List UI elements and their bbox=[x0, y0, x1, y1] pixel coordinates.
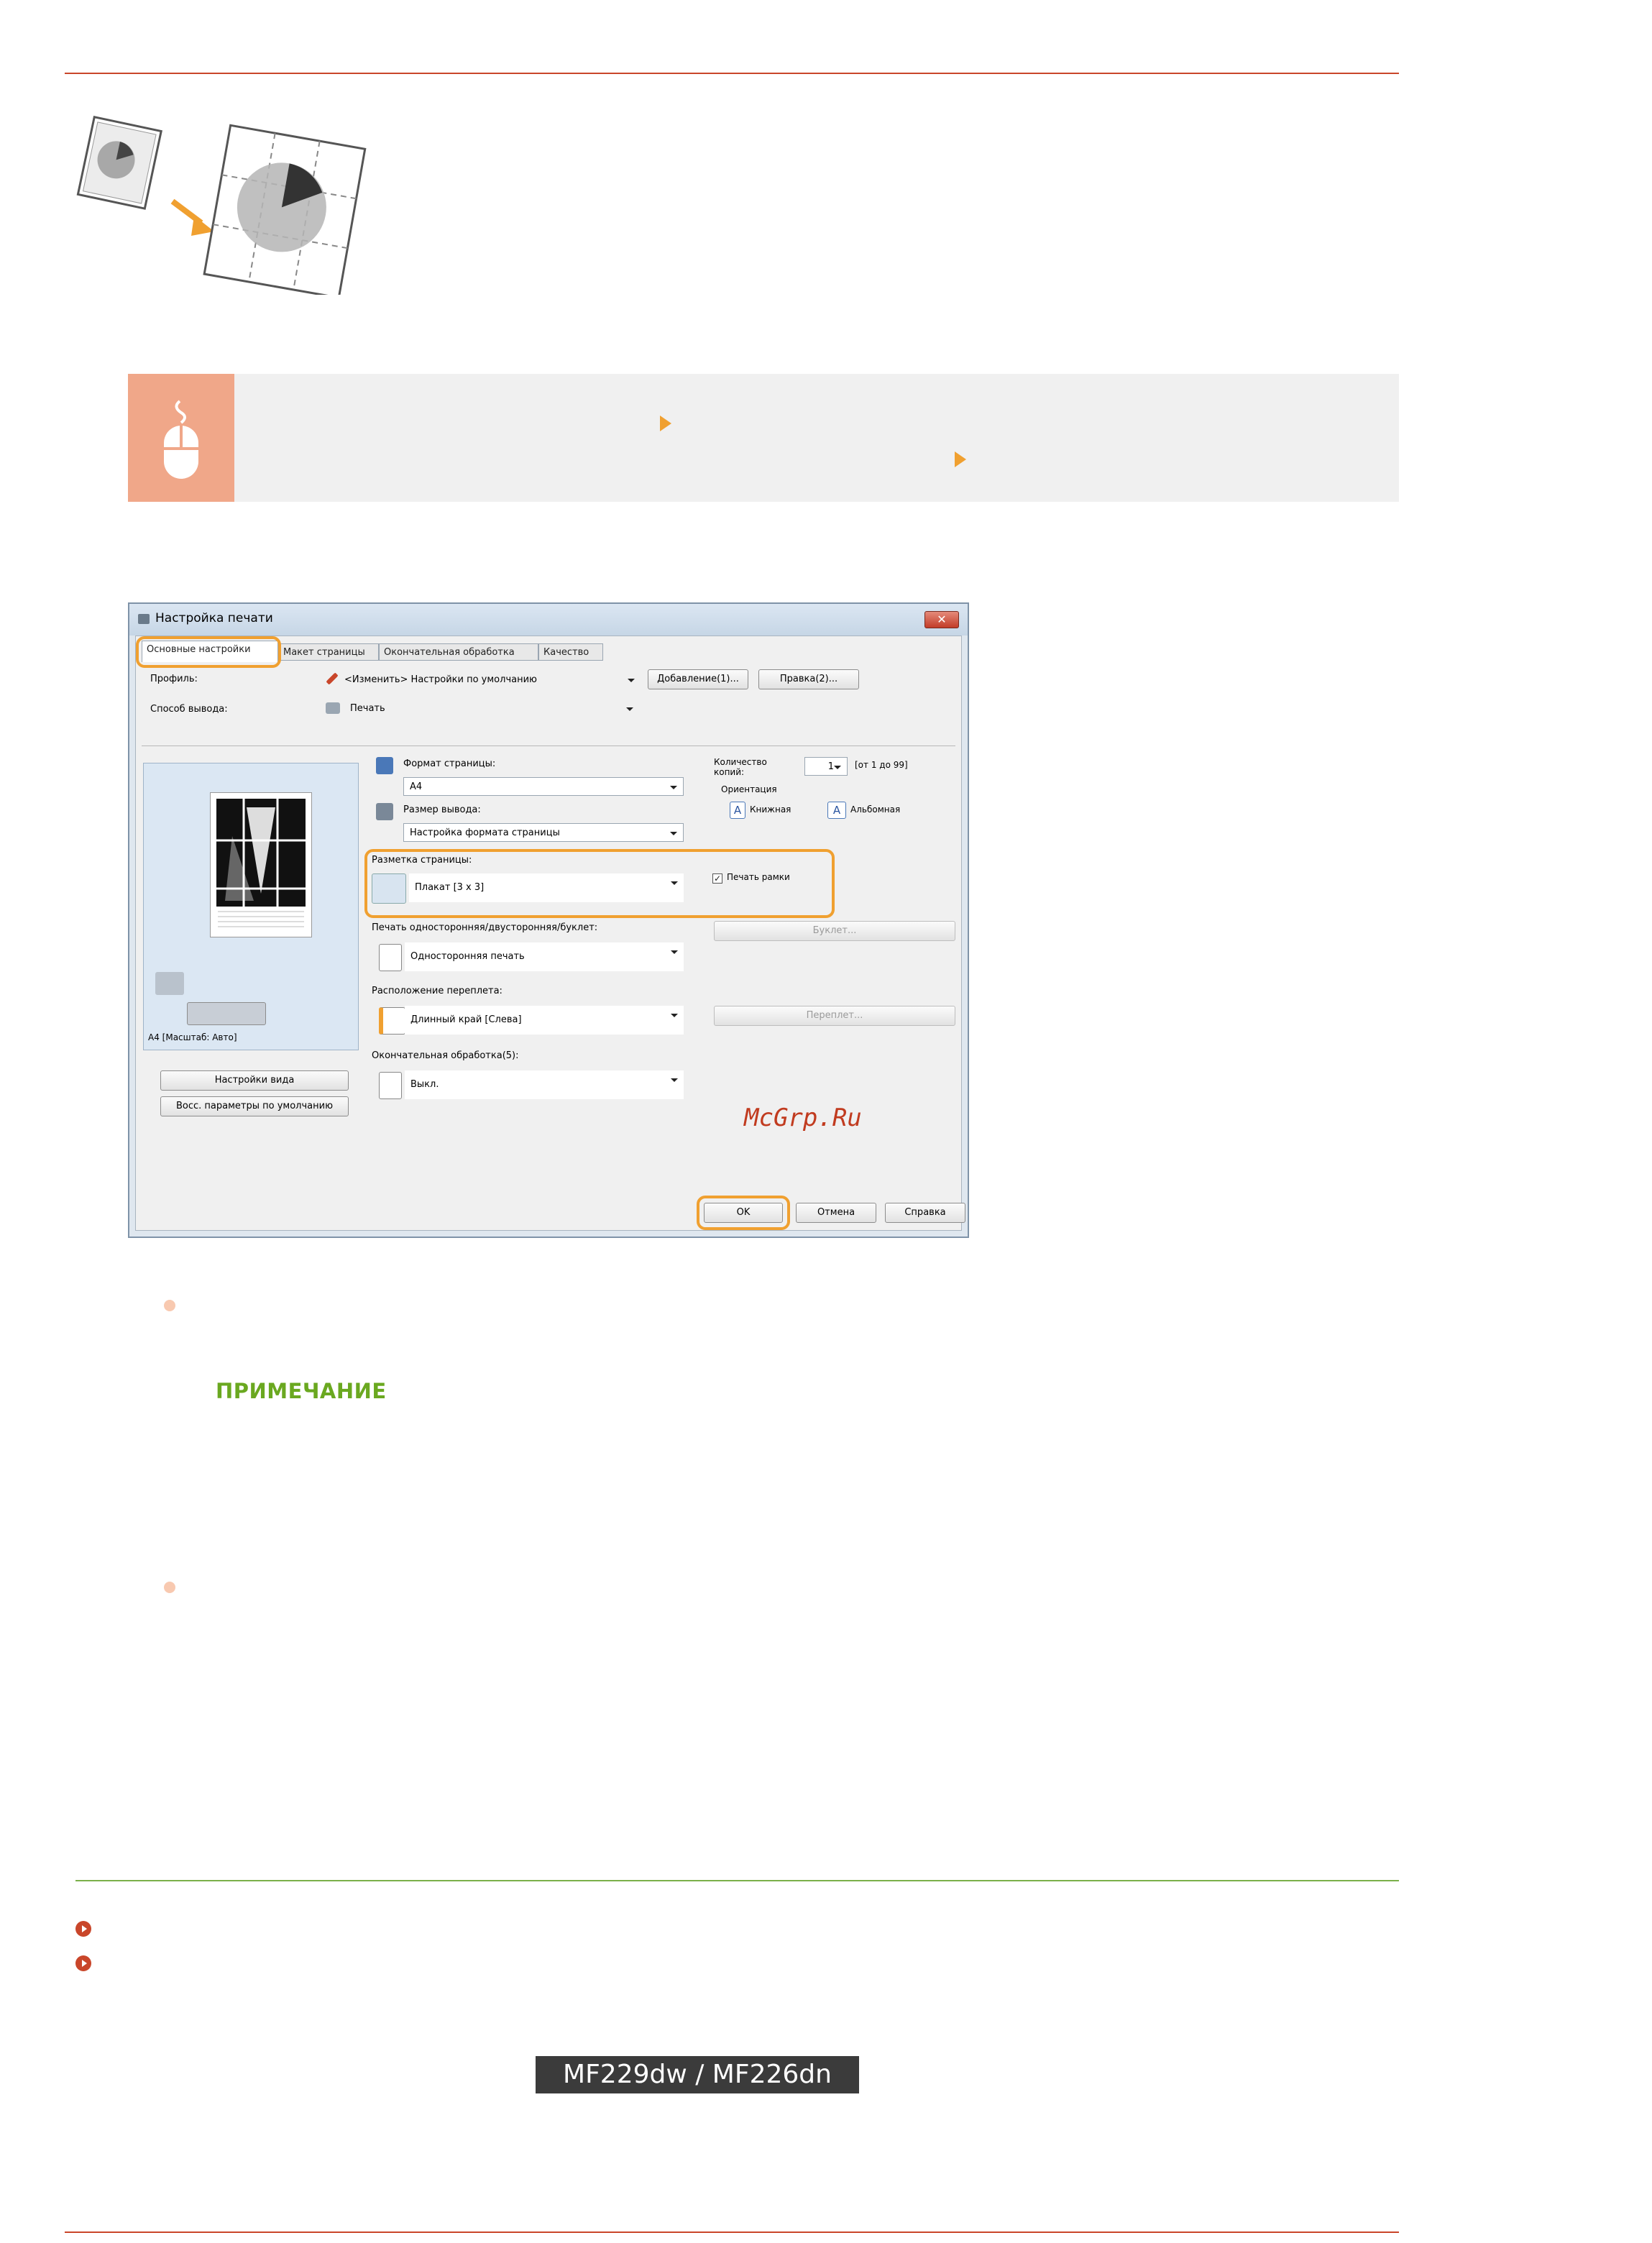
finishing-label: Окончательная обработка(5): bbox=[372, 1050, 519, 1061]
binding-select[interactable]: Длинный край [Слева] bbox=[405, 1006, 684, 1035]
booklet-button[interactable]: Буклет... bbox=[714, 921, 955, 941]
duplex-select[interactable]: Односторонняя печать bbox=[405, 942, 684, 971]
page-size-select[interactable]: A4 bbox=[403, 777, 684, 796]
portrait-option[interactable]: Книжная bbox=[750, 804, 791, 815]
profile-label: Профиль: bbox=[150, 674, 198, 684]
footer-model-badge: MF229dw / MF226dn bbox=[536, 2056, 859, 2093]
printer-status-icon bbox=[155, 972, 184, 995]
binding-icon bbox=[379, 1007, 405, 1035]
dialog-titlebar: Настройка печати ✕ bbox=[129, 604, 968, 636]
tab-highlight bbox=[136, 636, 281, 668]
print-settings-dialog: Настройка печати ✕ Основные настройки Ма… bbox=[128, 602, 969, 1238]
copies-label: Количество копий: bbox=[714, 757, 767, 777]
duplex-icon bbox=[379, 944, 402, 971]
copies-spinner[interactable]: 1 bbox=[804, 757, 848, 776]
menu-arrow-icon bbox=[955, 451, 966, 467]
edit-profile-button[interactable]: Правка(2)... bbox=[758, 669, 859, 689]
dialog-body: Основные настройки Макет страницы Оконча… bbox=[135, 636, 965, 1231]
landscape-icon: A bbox=[827, 802, 846, 819]
preview-toggle-button[interactable] bbox=[187, 1002, 266, 1025]
tab-quality[interactable]: Качество bbox=[538, 643, 603, 661]
printer-icon bbox=[138, 614, 150, 624]
preview-caption: A4 [Масштаб: Авто] bbox=[148, 1032, 237, 1042]
finishing-select[interactable]: Выкл. bbox=[405, 1070, 684, 1099]
watermark: McGrp.Ru bbox=[744, 1104, 862, 1132]
page-preview: A4 [Масштаб: Авто] bbox=[143, 763, 359, 1050]
bullet-icon bbox=[164, 1582, 175, 1593]
finishing-icon bbox=[379, 1072, 402, 1099]
menu-arrow-icon bbox=[660, 416, 671, 431]
pencil-icon bbox=[326, 672, 339, 685]
bottom-rule bbox=[65, 2231, 1399, 2233]
ok-highlight bbox=[697, 1196, 790, 1230]
output-method-select[interactable]: Печать bbox=[344, 699, 639, 718]
page-size-label: Формат страницы: bbox=[403, 758, 496, 769]
mouse-icon bbox=[128, 374, 234, 502]
copies-range: [от 1 до 99] bbox=[855, 760, 908, 770]
link-arrow-icon[interactable] bbox=[75, 1921, 91, 1937]
duplex-label: Печать односторонняя/двусторонняя/буклет… bbox=[372, 922, 598, 933]
top-rule bbox=[65, 73, 1399, 74]
layout-highlight bbox=[364, 849, 835, 918]
landscape-option[interactable]: Альбомная bbox=[850, 804, 900, 815]
printer-icon bbox=[326, 702, 340, 714]
profile-select[interactable]: <Изменить> Настройки по умолчанию bbox=[339, 671, 641, 689]
view-settings-button[interactable]: Настройки вида bbox=[160, 1070, 349, 1091]
orientation-label: Ориентация bbox=[721, 784, 777, 794]
link-arrow-icon[interactable] bbox=[75, 1955, 91, 1971]
output-size-icon bbox=[376, 803, 393, 820]
close-button[interactable]: ✕ bbox=[924, 611, 959, 628]
dialog-title: Настройка печати bbox=[155, 611, 273, 625]
output-method-label: Способ вывода: bbox=[150, 704, 228, 715]
help-button[interactable]: Справка bbox=[885, 1203, 965, 1223]
poster-preview-page bbox=[210, 792, 312, 937]
related-links-rule bbox=[75, 1880, 1399, 1881]
restore-defaults-button[interactable]: Восс. параметры по умолчанию bbox=[160, 1096, 349, 1116]
output-size-select[interactable]: Настройка формата страницы bbox=[403, 823, 684, 842]
add-profile-button[interactable]: Добавление(1)... bbox=[648, 669, 748, 689]
instruction-box bbox=[128, 374, 1399, 502]
tab-finishing[interactable]: Окончательная обработка bbox=[379, 643, 538, 661]
cancel-button[interactable]: Отмена bbox=[796, 1203, 876, 1223]
tab-page-layout[interactable]: Макет страницы bbox=[278, 643, 379, 661]
page-size-icon bbox=[376, 757, 393, 774]
bullet-icon bbox=[164, 1300, 175, 1311]
binding-label: Расположение переплета: bbox=[372, 986, 503, 996]
output-size-label: Размер вывода: bbox=[403, 804, 481, 815]
binding-button[interactable]: Переплет... bbox=[714, 1006, 955, 1026]
note-heading: ПРИМЕЧАНИЕ bbox=[216, 1379, 387, 1403]
portrait-icon: A bbox=[730, 802, 745, 819]
poster-print-illustration-icon bbox=[76, 115, 367, 295]
